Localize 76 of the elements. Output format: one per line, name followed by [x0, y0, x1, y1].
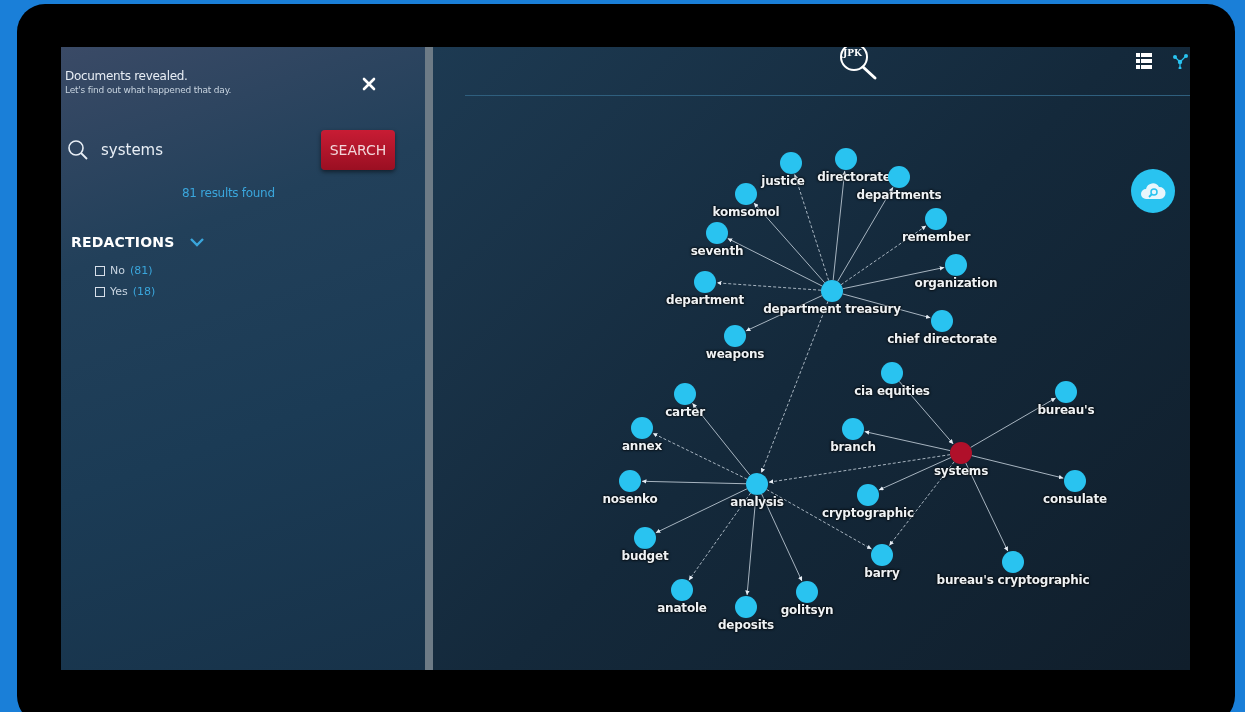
node-label: justice: [761, 174, 805, 188]
graph-node[interactable]: [945, 254, 967, 276]
node-label: organization: [914, 276, 998, 290]
node-label: consulate: [1043, 492, 1107, 506]
chevron-icon[interactable]: [188, 237, 205, 247]
option-label: Yes: [110, 285, 128, 298]
graph-node[interactable]: [871, 544, 893, 566]
node-label: cryptographic: [822, 506, 914, 520]
node-label: departments: [856, 188, 942, 202]
results-count: 81 results found: [182, 186, 275, 200]
graph-node[interactable]: [950, 442, 972, 464]
graph-node[interactable]: [674, 383, 696, 405]
option-label: No: [110, 264, 125, 277]
graph-node[interactable]: [1055, 381, 1077, 403]
node-label: department treasury: [763, 302, 901, 316]
graph-node[interactable]: [931, 310, 953, 332]
node-label: barry: [864, 566, 900, 580]
node-label: seventh: [690, 244, 744, 258]
graph-node[interactable]: [735, 183, 757, 205]
graph-node[interactable]: [1002, 551, 1024, 573]
intro-subtitle: Let's find out what happened that day.: [65, 85, 232, 95]
graph-node[interactable]: [888, 166, 910, 188]
graph-node[interactable]: [619, 470, 641, 492]
node-label: nosenko: [602, 492, 658, 506]
intro-title: Documents revealed.: [65, 69, 189, 83]
node-label: directorate: [817, 170, 891, 184]
node-label: branch: [830, 440, 876, 454]
search-button[interactable]: SEARCH: [321, 130, 395, 170]
checkbox[interactable]: [95, 286, 105, 297]
graph-node[interactable]: [881, 362, 903, 384]
option-count: (18): [132, 285, 156, 298]
list-view-icon[interactable]: [1136, 53, 1152, 69]
graph-node[interactable]: [671, 579, 693, 601]
cloud-search-icon: [1140, 182, 1166, 200]
graph-node[interactable]: [724, 325, 746, 347]
close-icon: [362, 77, 376, 91]
node-label: deposits: [717, 618, 775, 632]
node-label: systems: [933, 464, 989, 478]
graph-node[interactable]: [835, 148, 857, 170]
graph-node[interactable]: [634, 527, 656, 549]
node-label: department: [666, 293, 744, 307]
logo-magnifier-icon: [837, 47, 879, 81]
graph-node[interactable]: [735, 596, 757, 618]
graph-node[interactable]: [925, 208, 947, 230]
graph-node[interactable]: [780, 152, 802, 174]
graph-node[interactable]: [1064, 470, 1086, 492]
search-icon: [67, 139, 89, 161]
filter-title: REDACTIONS: [71, 234, 175, 250]
logo-text: JPK: [843, 48, 862, 58]
checkbox[interactable]: [95, 265, 105, 276]
graph-node[interactable]: [694, 271, 716, 293]
node-label: anatole: [657, 601, 707, 615]
network-icon[interactable]: [1172, 53, 1188, 69]
graph-node[interactable]: [796, 581, 818, 603]
node-label: weapons: [705, 347, 765, 361]
node-label: budget: [621, 549, 669, 563]
close-button[interactable]: [362, 77, 376, 91]
graph-node[interactable]: [821, 280, 843, 302]
search-field[interactable]: systems: [101, 141, 301, 159]
node-label: carter: [665, 405, 705, 419]
graph-node[interactable]: [842, 418, 864, 440]
graph-node[interactable]: [857, 484, 879, 506]
node-label: bureau's: [1037, 403, 1095, 417]
node-label: cia equities: [854, 384, 930, 398]
node-label: bureau's cryptographic: [936, 573, 1090, 587]
node-label: chief directorate: [887, 332, 997, 346]
node-label: analysis: [730, 495, 784, 509]
node-label: golitsyn: [780, 603, 834, 617]
option-count: (81): [129, 264, 153, 277]
cloud-search-button[interactable]: [1131, 169, 1175, 213]
graph-node[interactable]: [746, 473, 768, 495]
graph-node[interactable]: [631, 417, 653, 439]
graph-node[interactable]: [706, 222, 728, 244]
node-label: komsomol: [712, 205, 780, 219]
node-label: remember: [901, 230, 971, 244]
node-label: annex: [621, 439, 663, 453]
